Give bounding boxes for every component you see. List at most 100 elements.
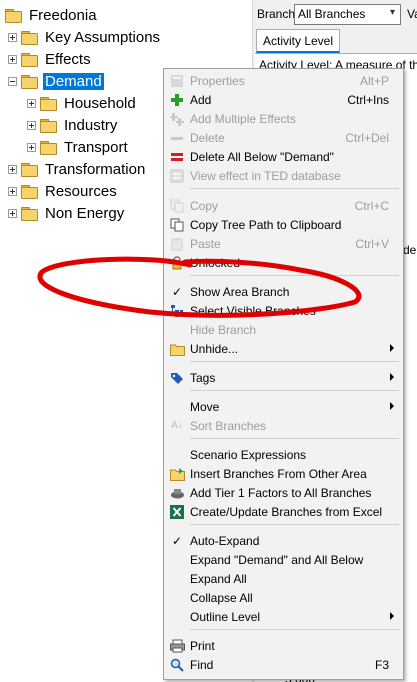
- tree-item-freedonia[interactable]: Freedonia: [5, 4, 99, 26]
- menu-item-delete[interactable]: Delete Ctrl+Del: [164, 128, 403, 147]
- expand-icon[interactable]: [27, 142, 36, 152]
- menu-item-label: Delete: [190, 131, 225, 145]
- delete-icon: [169, 130, 185, 146]
- copy-path-icon: [169, 217, 185, 233]
- checkmark-icon: ✓: [172, 285, 183, 299]
- excel-icon: [169, 504, 185, 520]
- chevron-down-icon: ▾: [389, 7, 395, 18]
- expand-icon[interactable]: [8, 186, 17, 196]
- menu-item-collapse-all[interactable]: Collapse All: [164, 588, 403, 607]
- menu-item-label: Insert Branches From Other Area: [190, 467, 367, 481]
- ted-icon: [169, 168, 185, 184]
- menu-item-add-multiple-effects[interactable]: Add Multiple Effects: [164, 109, 403, 128]
- menu-item-shortcut: Ctrl+Del: [345, 131, 389, 145]
- tree-item-demand[interactable]: Demand: [8, 70, 104, 92]
- menu-item-scenario-expressions[interactable]: Scenario Expressions: [164, 445, 403, 464]
- branch-select[interactable]: All Branches ▾: [294, 4, 401, 25]
- menu-item-properties[interactable]: Properties Alt+P: [164, 71, 403, 90]
- menu-item-label: Unhide...: [190, 342, 239, 356]
- menu-item-auto-expand[interactable]: ✓ Auto-Expand: [164, 531, 403, 550]
- menu-item-label: Show Area Branch: [190, 285, 290, 299]
- tree-item-label: Key Assumptions: [45, 28, 161, 46]
- collapse-icon[interactable]: [8, 76, 17, 86]
- menu-item-shortcut: F3: [374, 658, 389, 672]
- submenu-arrow-icon: [390, 373, 394, 381]
- menu-item-unlocked[interactable]: Unlocked: [164, 253, 403, 272]
- tree-item-industry[interactable]: Industry: [27, 114, 119, 136]
- menu-item-add[interactable]: Add Ctrl+Ins: [164, 90, 403, 109]
- tree-item-effects[interactable]: Effects: [8, 48, 93, 70]
- sort-icon: A↓: [171, 420, 183, 431]
- menu-item-view-ted[interactable]: View effect in TED database: [164, 166, 403, 185]
- menu-item-delete-all-below[interactable]: Delete All Below "Demand": [164, 147, 403, 166]
- tree-item-resources[interactable]: Resources: [8, 180, 119, 202]
- expand-icon[interactable]: [8, 164, 17, 174]
- variable-label-fragment: Va: [407, 7, 417, 21]
- menu-item-expand-demand[interactable]: Expand "Demand" and All Below: [164, 550, 403, 569]
- folder-icon: [40, 96, 57, 111]
- menu-separator: [190, 390, 399, 391]
- column-fragment: de: [403, 243, 417, 257]
- expand-icon[interactable]: [27, 120, 36, 130]
- submenu-arrow-icon: [390, 344, 394, 352]
- folder-icon: [21, 30, 38, 45]
- menu-item-tags[interactable]: Tags: [164, 368, 403, 387]
- menu-separator: [190, 629, 399, 630]
- menu-item-select-visible-branches[interactable]: Select Visible Branches: [164, 301, 403, 320]
- expand-icon[interactable]: [8, 32, 17, 42]
- menu-item-add-tier1-factors[interactable]: Add Tier 1 Factors to All Branches: [164, 483, 403, 502]
- menu-item-outline-level[interactable]: Outline Level: [164, 607, 403, 626]
- menu-item-find[interactable]: Find F3: [164, 655, 403, 674]
- menu-item-insert-branches[interactable]: Insert Branches From Other Area: [164, 464, 403, 483]
- tree-item-label: Transformation: [45, 160, 146, 178]
- menu-separator: [190, 361, 399, 362]
- menu-item-copy[interactable]: Copy Ctrl+C: [164, 196, 403, 215]
- expand-icon[interactable]: [27, 98, 36, 108]
- menu-item-label: Select Visible Branches: [190, 304, 316, 318]
- menu-item-move[interactable]: Move: [164, 397, 403, 416]
- menu-separator: [190, 438, 399, 439]
- folder-icon: [40, 140, 57, 155]
- menu-item-label: Expand "Demand" and All Below: [190, 553, 364, 567]
- tier-factors-icon: [169, 485, 185, 501]
- properties-icon: [169, 73, 185, 89]
- tree-item-label: Transport: [64, 138, 128, 156]
- menu-item-show-area-branch[interactable]: ✓ Show Area Branch: [164, 282, 403, 301]
- menu-item-expand-all[interactable]: Expand All: [164, 569, 403, 588]
- menu-item-create-update-excel[interactable]: Create/Update Branches from Excel: [164, 502, 403, 521]
- menu-item-label: Collapse All: [190, 591, 253, 605]
- folder-icon: [21, 162, 38, 177]
- open-folder-icon: [21, 74, 38, 89]
- menu-item-label: Sort Branches: [190, 419, 267, 433]
- menu-item-paste[interactable]: Paste Ctrl+V: [164, 234, 403, 253]
- insert-branches-icon: [169, 466, 185, 482]
- menu-item-label: Outline Level: [190, 610, 261, 624]
- expand-icon[interactable]: [8, 208, 17, 218]
- menu-item-copy-tree-path[interactable]: Copy Tree Path to Clipboard: [164, 215, 403, 234]
- tree-item-household[interactable]: Household: [27, 92, 138, 114]
- menu-separator: [190, 188, 399, 189]
- tree-item-label: Resources: [45, 182, 117, 200]
- tree-item-transformation[interactable]: Transformation: [8, 158, 147, 180]
- paste-icon: [169, 236, 185, 252]
- tree-item-non-energy[interactable]: Non Energy: [8, 202, 126, 224]
- tree-item-label: Demand: [43, 72, 104, 90]
- branch-select-value: All Branches: [298, 7, 366, 21]
- menu-item-label: Tags: [190, 371, 216, 385]
- menu-item-label: Add Multiple Effects: [190, 112, 296, 126]
- tree-item-label: Household: [64, 94, 136, 112]
- menu-item-unhide[interactable]: Unhide...: [164, 339, 403, 358]
- tree-item-transport[interactable]: Transport: [27, 136, 130, 158]
- menu-item-print[interactable]: Print: [164, 636, 403, 655]
- tree-item-label: Non Energy: [45, 204, 125, 222]
- menu-item-sort-branches[interactable]: A↓ Sort Branches: [164, 416, 403, 435]
- menu-item-label: Move: [190, 400, 220, 414]
- tab-activity-level[interactable]: Activity Level: [256, 29, 341, 53]
- menu-item-label: Properties: [190, 74, 245, 88]
- menu-item-hide-branch[interactable]: Hide Branch: [164, 320, 403, 339]
- tree-item-label: Effects: [45, 50, 91, 68]
- tree-item-key-assumptions[interactable]: Key Assumptions: [8, 26, 162, 48]
- expand-icon[interactable]: [8, 54, 17, 64]
- menu-item-label: Find: [190, 658, 214, 672]
- menu-item-label: Auto-Expand: [190, 534, 260, 548]
